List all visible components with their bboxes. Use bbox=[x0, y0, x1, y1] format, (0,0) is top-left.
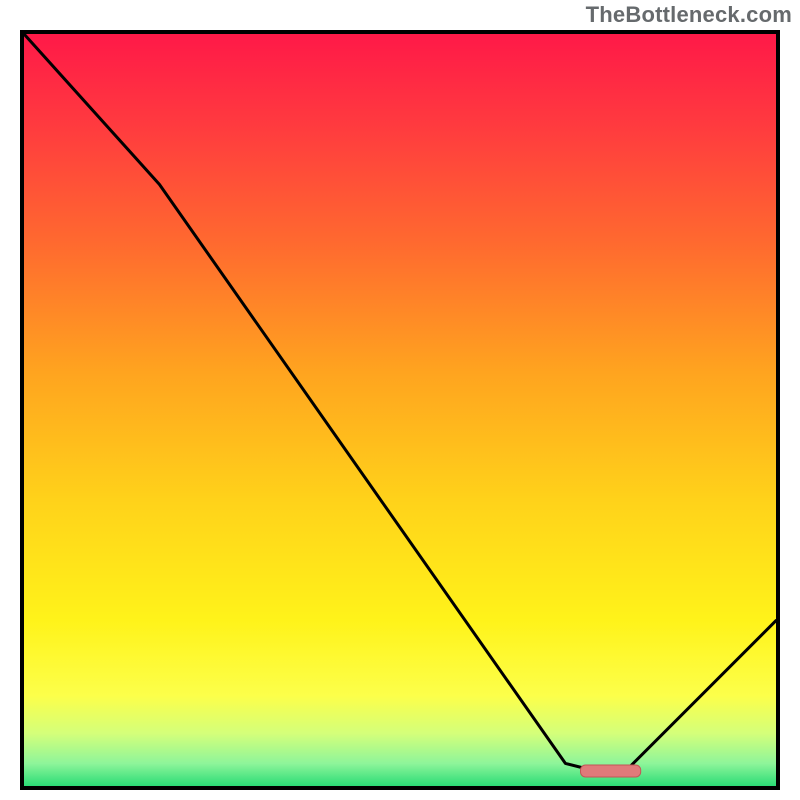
watermark-text: TheBottleneck.com bbox=[586, 2, 792, 28]
optimal-marker bbox=[581, 765, 641, 777]
plot-svg bbox=[24, 34, 776, 786]
plot-frame bbox=[20, 30, 780, 790]
chart-container: TheBottleneck.com bbox=[0, 0, 800, 800]
gradient-background bbox=[24, 34, 776, 786]
